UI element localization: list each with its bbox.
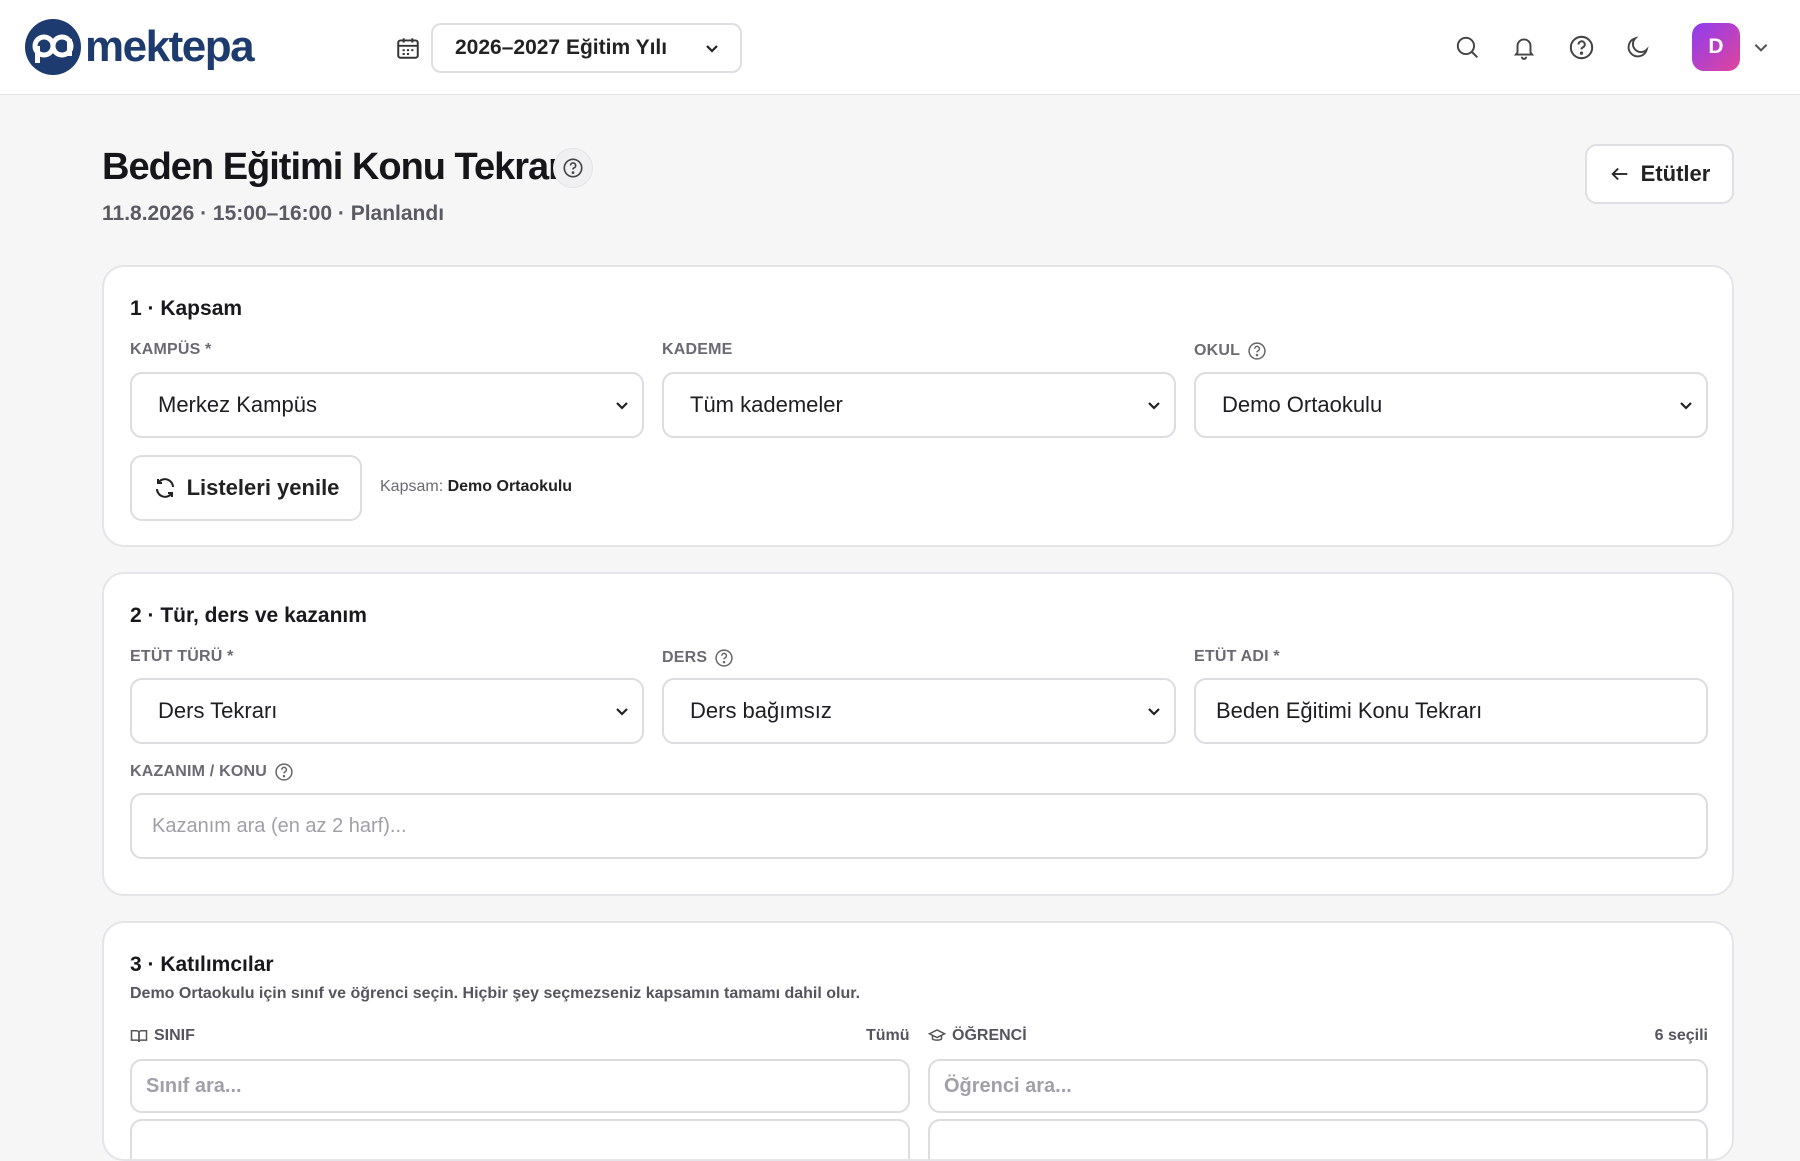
brand-logo[interactable]: mektepa	[25, 19, 255, 75]
scope-summary-value: Demo Ortaokulu	[447, 478, 573, 495]
help-icon[interactable]	[274, 762, 294, 782]
chevron-down-icon	[1148, 708, 1160, 716]
section-title: 3 · Katılımcılar	[130, 953, 274, 976]
etut-name-label: ETÜT ADI *	[1194, 648, 1280, 665]
student-search-input[interactable]: Öğrenci ara...	[928, 1059, 1708, 1113]
help-icon[interactable]	[553, 148, 593, 188]
academic-year-picker: 2026–2027 Eğitim Yılı	[395, 23, 742, 73]
calendar-icon	[397, 38, 419, 59]
academic-year-value: 2026–2027 Eğitim Yılı	[455, 36, 668, 59]
back-button-label: Etütler	[1640, 161, 1711, 186]
refresh-icon	[155, 478, 174, 498]
logo-text: mektepa	[85, 22, 255, 71]
etut-name-input[interactable]: Beden Eğitimi Konu Tekrarı	[1194, 678, 1708, 744]
student-search-placeholder: Öğrenci ara...	[944, 1074, 1072, 1097]
chevron-down-icon[interactable]	[1752, 38, 1770, 56]
chevron-down-icon	[616, 708, 628, 716]
campus-select[interactable]: Merkez Kampüs	[130, 372, 644, 438]
etut-type-value: Ders Tekrarı	[158, 698, 278, 723]
student-selected-count: 6 seçili	[1654, 1027, 1708, 1044]
school-value: Demo Ortaokulu	[1222, 392, 1383, 417]
level-select[interactable]: Tüm kademeler	[662, 372, 1176, 438]
header-actions: D	[1424, 23, 1770, 71]
student-column-label: ÖĞRENCİ	[952, 1027, 1027, 1044]
outcome-label-group: KAZANIM / KONU	[130, 762, 294, 782]
logo-mark-icon	[25, 19, 81, 75]
section-title: 1 · Kapsam	[130, 297, 243, 320]
lesson-value: Ders bağımsız	[690, 698, 832, 723]
outcome-search-input[interactable]: Kazanım ara (en az 2 harf)...	[130, 793, 1708, 859]
help-icon[interactable]	[1247, 341, 1267, 361]
class-search-input[interactable]: Sınıf ara...	[130, 1059, 910, 1113]
level-value: Tüm kademeler	[690, 392, 843, 417]
bell-icon[interactable]	[1510, 33, 1538, 61]
student-list[interactable]	[928, 1119, 1708, 1159]
class-column-label: SINIF	[154, 1027, 195, 1044]
back-to-etutler-button[interactable]: Etütler	[1585, 144, 1734, 204]
arrow-left-icon	[1611, 167, 1627, 181]
page-subtitle: 11.8.2026 · 15:00–16:00 · Planlandı	[102, 202, 445, 225]
etut-type-select[interactable]: Ders Tekrarı	[130, 678, 644, 744]
lesson-select[interactable]: Ders bağımsız	[662, 678, 1176, 744]
student-column-header: ÖĞRENCİ	[928, 1027, 1027, 1045]
outcome-search-placeholder: Kazanım ara (en az 2 harf)...	[152, 814, 407, 837]
book-icon	[130, 1030, 148, 1043]
level-label: KADEME	[662, 341, 733, 358]
class-list[interactable]	[130, 1119, 910, 1159]
school-label-group: OKUL	[1194, 341, 1267, 361]
campus-label: KAMPÜS *	[130, 341, 212, 358]
campus-value: Merkez Kampüs	[158, 392, 317, 417]
section-title: 2 · Tür, ders ve kazanım	[130, 604, 367, 627]
lesson-label: DERS	[662, 649, 708, 666]
lesson-label-group: DERS	[662, 648, 734, 668]
page-title: Beden Eğitimi Konu Tekrarı	[102, 146, 572, 188]
school-select[interactable]: Demo Ortaokulu	[1194, 372, 1708, 438]
participants-card: 3 · Katılımcılar Demo Ortaokulu için sın…	[102, 921, 1734, 1161]
academic-year-select[interactable]: 2026–2027 Eğitim Yılı	[431, 23, 742, 73]
chevron-down-icon	[706, 45, 718, 53]
class-column-header: SINIF	[130, 1027, 195, 1045]
moon-icon[interactable]	[1624, 33, 1652, 61]
class-select-all[interactable]: Tümü	[866, 1027, 910, 1045]
help-icon[interactable]	[714, 648, 734, 668]
type-lesson-card: 2 · Tür, ders ve kazanım ETÜT TÜRÜ * Der…	[102, 572, 1734, 896]
search-icon[interactable]	[1453, 33, 1481, 61]
help-icon[interactable]	[1567, 33, 1595, 61]
outcome-label: KAZANIM / KONU	[130, 763, 268, 780]
graduation-cap-icon	[928, 1029, 946, 1041]
refresh-lists-button[interactable]: Listeleri yenile	[130, 455, 362, 521]
chevron-down-icon	[1680, 402, 1692, 410]
refresh-lists-label: Listeleri yenile	[186, 475, 340, 500]
scope-summary-prefix: Kapsam:	[380, 478, 444, 495]
top-navigation-bar: mektepa 2026–2027 Eğitim Yılı D	[0, 0, 1800, 95]
school-label: OKUL	[1194, 342, 1241, 359]
etut-type-label: ETÜT TÜRÜ *	[130, 648, 234, 665]
chevron-down-icon	[1148, 402, 1160, 410]
participants-description: Demo Ortaokulu için sınıf ve öğrenci seç…	[130, 985, 861, 1002]
scope-summary: Kapsam: Demo Ortaokulu	[380, 478, 572, 496]
class-search-placeholder: Sınıf ara...	[146, 1074, 242, 1097]
chevron-down-icon	[616, 402, 628, 410]
scope-card: 1 · Kapsam KAMPÜS * Merkez Kampüs KADEME…	[102, 265, 1734, 547]
user-avatar[interactable]: D	[1692, 23, 1740, 71]
